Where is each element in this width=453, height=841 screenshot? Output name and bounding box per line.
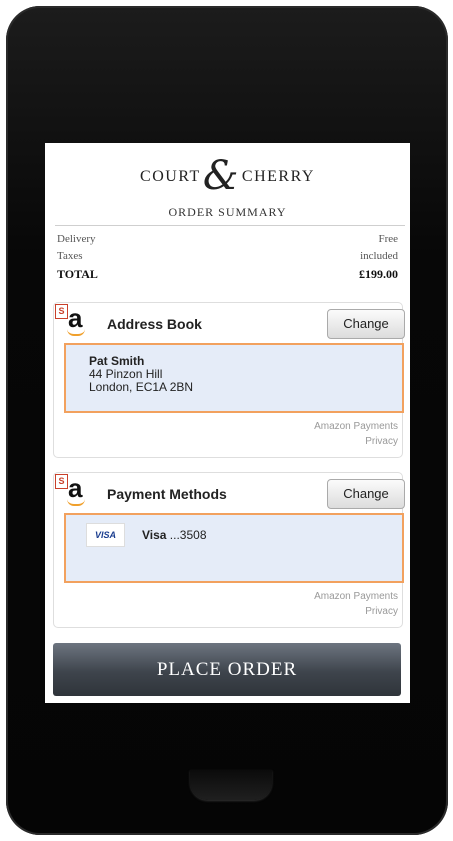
payment-methods-title: Payment Methods — [107, 486, 227, 502]
card-label: Visa ...3508 — [142, 528, 207, 542]
privacy-link[interactable]: Privacy — [314, 604, 398, 619]
amazon-smile-icon — [67, 329, 85, 336]
summary-row-taxes: Taxes included — [57, 250, 398, 262]
summary-label: Delivery — [57, 233, 96, 245]
summary-row-delivery: Delivery Free — [57, 233, 398, 245]
address-city: London, EC1A 2BN — [89, 380, 194, 394]
amazon-logo-icon: a — [67, 305, 85, 336]
change-address-button[interactable]: Change — [327, 309, 405, 339]
summary-row-total: TOTAL £199.00 — [57, 267, 398, 282]
card-number: ...3508 — [166, 528, 207, 542]
security-badge-icon: S — [55, 474, 68, 489]
summary-label: Taxes — [57, 250, 83, 262]
payment-methods-widget: S a Payment Methods Change VISA Visa ...… — [53, 472, 405, 628]
amazon-payments-link[interactable]: Amazon Payments — [314, 419, 398, 434]
widget-footer: Amazon Payments Privacy — [314, 589, 398, 619]
amazon-payments-link[interactable]: Amazon Payments — [314, 589, 398, 604]
brand-ampersand: & — [202, 153, 240, 199]
summary-value: included — [360, 250, 398, 262]
address-book-title: Address Book — [107, 316, 202, 332]
brand-text-right: CHERRY — [241, 168, 315, 185]
selected-address[interactable]: Pat Smith 44 Pinzon Hill London, EC1A 2B… — [64, 343, 404, 413]
selected-payment[interactable]: VISA Visa ...3508 — [64, 513, 404, 583]
total-value: £199.00 — [359, 267, 398, 281]
security-badge-icon: S — [55, 304, 68, 319]
order-summary-title: ORDER SUMMARY — [168, 205, 287, 219]
amazon-smile-icon — [67, 499, 85, 506]
place-order-button[interactable]: PLACE ORDER — [53, 643, 401, 696]
total-label: TOTAL — [57, 267, 98, 281]
address-book-widget: S a Address Book Change Pat Smith 44 Pin… — [53, 302, 405, 458]
privacy-link[interactable]: Privacy — [314, 434, 398, 449]
change-payment-button[interactable]: Change — [327, 479, 405, 509]
amazon-logo-icon: a — [67, 475, 85, 506]
divider — [55, 225, 405, 226]
brand-logo: COURT& CHERRY — [45, 153, 410, 199]
checkout-screen: COURT& CHERRY ORDER SUMMARY Delivery Free… — [45, 143, 410, 703]
address-block: Pat Smith 44 Pinzon Hill London, EC1A 2B… — [89, 355, 193, 394]
widget-footer: Amazon Payments Privacy — [314, 419, 398, 449]
home-button[interactable] — [190, 770, 272, 800]
brand-text-left: COURT — [140, 168, 201, 185]
card-brand: Visa — [142, 528, 167, 542]
summary-value: Free — [378, 233, 398, 245]
visa-card-icon: VISA — [86, 523, 125, 547]
